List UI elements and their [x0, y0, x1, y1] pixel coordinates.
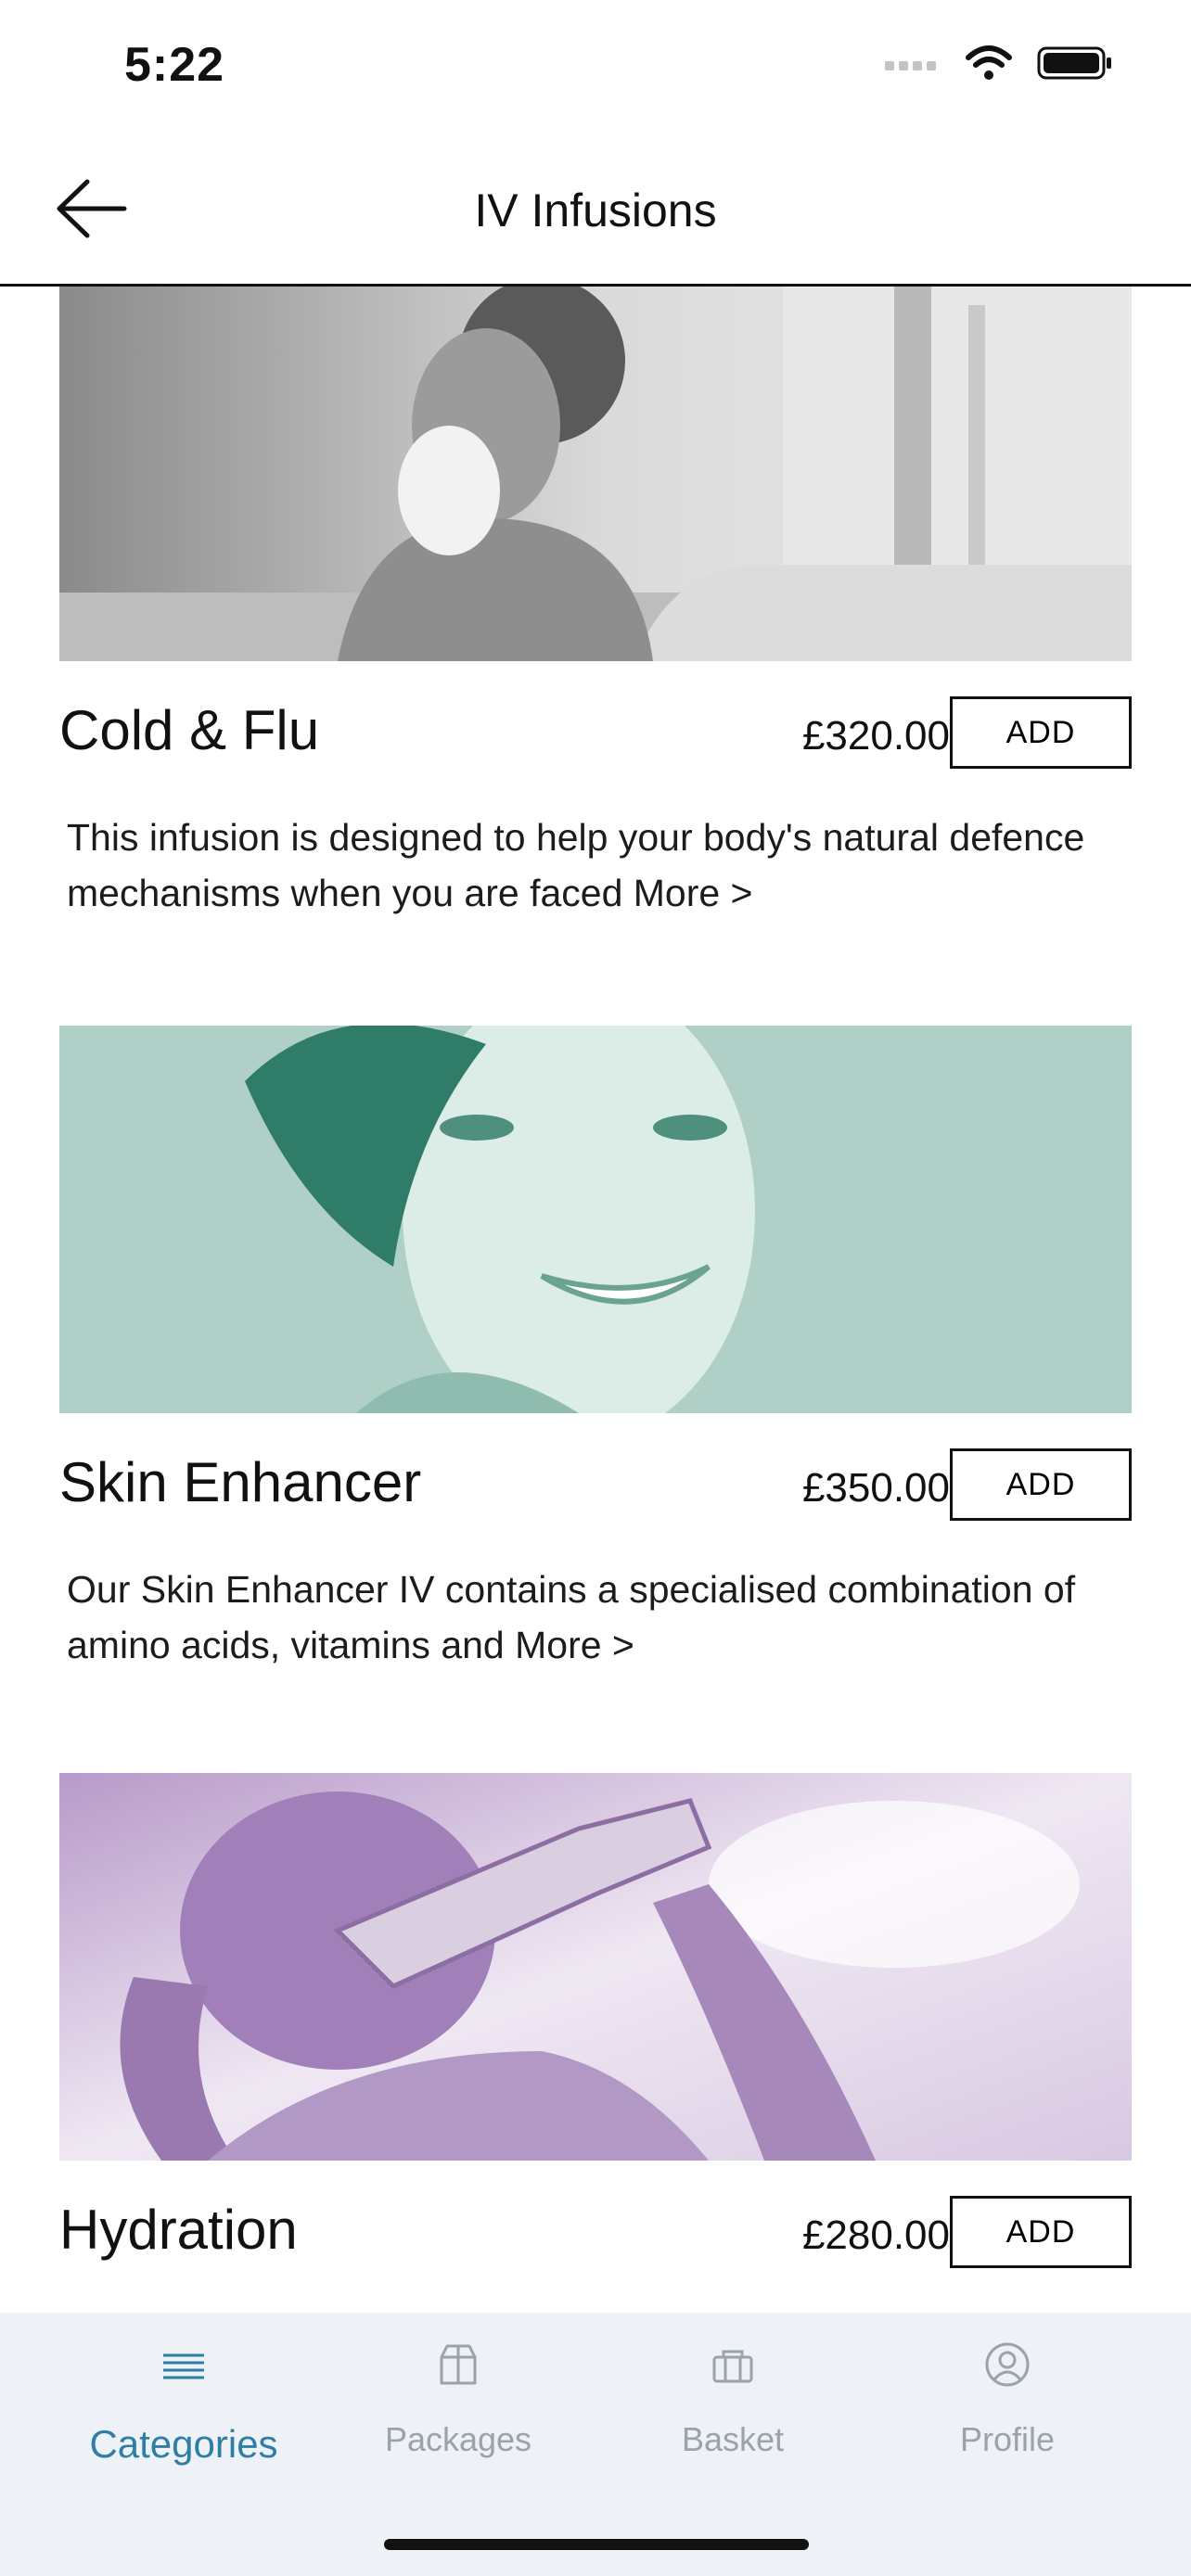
tab-label: Packages — [384, 2420, 532, 2458]
tab-label: Profile — [959, 2420, 1056, 2458]
tab-categories[interactable]: Categories — [35, 2337, 332, 2494]
product-name: Hydration — [59, 2199, 298, 2261]
skin-enhancer-image — [59, 1026, 1132, 1413]
wifi-icon — [966, 45, 1012, 80]
tab-profile[interactable]: Profile — [859, 2337, 1156, 2494]
product-price: £280.00 — [801, 2213, 950, 2258]
tab-bar: Categories Packages Basket Profile — [0, 2313, 1191, 2576]
tab-packages[interactable]: Packages — [310, 2337, 607, 2494]
product-card: Hydration £280.00 ADD — [59, 1773, 1132, 2272]
signal-icon — [885, 61, 936, 70]
add-button[interactable]: ADD — [950, 1448, 1132, 1521]
basket-icon — [712, 2350, 753, 2383]
status-bar: 5:22 — [0, 0, 1191, 139]
page-title: IV Infusions — [474, 185, 717, 236]
status-icons — [885, 45, 1113, 82]
tab-label: Categories — [89, 2422, 278, 2466]
tab-label: Basket — [681, 2420, 785, 2458]
product-list[interactable]: Cold & Flu £320.00 ADD This infusion is … — [0, 287, 1191, 2314]
navigation-bar: IV Infusions — [0, 139, 1191, 287]
home-indicator[interactable] — [384, 2539, 809, 2550]
product-card: Skin Enhancer £350.00 ADD Our Skin Enhan… — [59, 1026, 1132, 1673]
product-price: £320.00 — [801, 713, 950, 759]
battery-icon — [1037, 46, 1111, 80]
hydration-image — [59, 1773, 1132, 2161]
cold-flu-image — [59, 287, 1132, 661]
status-time: 5:22 — [124, 38, 225, 92]
add-button[interactable]: ADD — [950, 696, 1132, 769]
product-price: £350.00 — [801, 1465, 950, 1511]
add-button[interactable]: ADD — [950, 2196, 1132, 2268]
tab-basket[interactable]: Basket — [584, 2337, 881, 2494]
product-card: Cold & Flu £320.00 ADD This infusion is … — [59, 287, 1132, 921]
profile-icon — [985, 2342, 1030, 2387]
list-icon — [163, 2353, 204, 2379]
product-description[interactable]: Our Skin Enhancer IV contains a speciali… — [67, 1562, 1115, 1673]
package-icon — [440, 2344, 477, 2385]
product-name: Cold & Flu — [59, 699, 320, 761]
product-description[interactable]: This infusion is designed to help your b… — [67, 810, 1115, 921]
product-name: Skin Enhancer — [59, 1451, 422, 1513]
